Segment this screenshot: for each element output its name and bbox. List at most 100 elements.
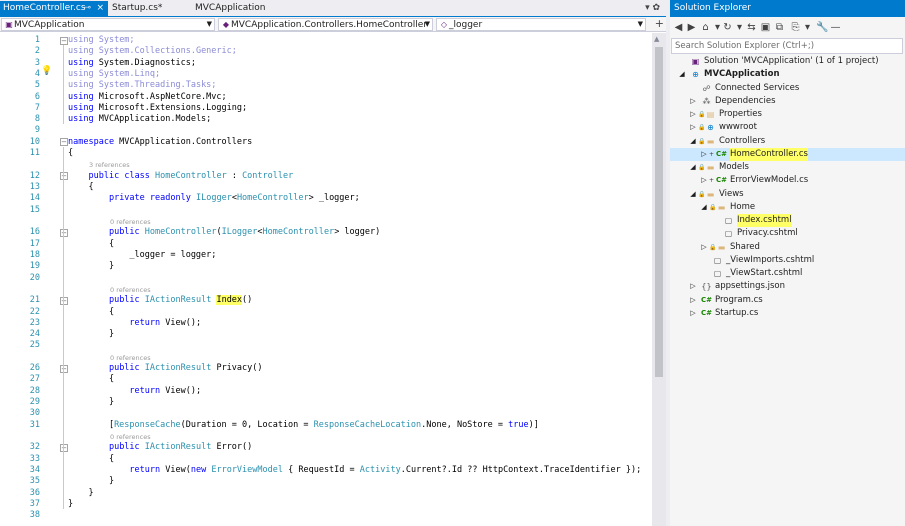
code-line[interactable]: { bbox=[68, 374, 114, 385]
scrollbar-thumb[interactable] bbox=[655, 47, 663, 377]
code-line[interactable]: public IActionResult Privacy() bbox=[68, 363, 263, 374]
tree-item[interactable]: ▣ Solution 'MVCApplication' (1 of 1 proje… bbox=[670, 55, 905, 68]
code-line[interactable]: } bbox=[68, 261, 114, 272]
tree-item[interactable]: ◢ ⊕ MVCApplication bbox=[670, 68, 905, 81]
code-line[interactable]: using MVCApplication.Models; bbox=[68, 114, 211, 125]
code-editor[interactable]: 💡 1− using System; 2 using System.Collectio… bbox=[0, 33, 652, 526]
code-line[interactable]: using System.Diagnostics; bbox=[68, 58, 196, 69]
code-line[interactable]: using Microsoft.Extensions.Logging; bbox=[68, 103, 247, 114]
tree-item[interactable]: ▷ 🔒 ▤ Properties bbox=[670, 108, 905, 121]
member-dropdown[interactable]: ◇ _logger ▼ bbox=[436, 18, 646, 31]
code-line[interactable]: } bbox=[68, 476, 114, 487]
code-line[interactable]: { bbox=[68, 307, 114, 318]
split-editor-icon[interactable]: + bbox=[655, 17, 664, 30]
tree-item[interactable]: ◢ 🔒 ▬ Models bbox=[670, 161, 905, 174]
code-line[interactable]: _logger = logger; bbox=[68, 250, 216, 261]
tree-item[interactable]: ▢ _ViewImports.cshtml bbox=[670, 254, 905, 267]
code-line[interactable]: { bbox=[68, 239, 114, 250]
tab-homecontroller-cs[interactable]: HomeController.cs ⊸ × bbox=[0, 1, 108, 16]
tab-mvcapplication[interactable]: MVCApplication bbox=[192, 1, 292, 16]
code-line[interactable]: public class HomeController : Controller bbox=[68, 171, 293, 182]
expanded-arrow-icon[interactable]: ◢ bbox=[689, 188, 697, 201]
code-line[interactable]: return View(new ErrorViewModel { Request… bbox=[68, 465, 641, 476]
refresh-icon[interactable]: ↻ bbox=[722, 21, 733, 35]
expanded-arrow-icon[interactable]: ◢ bbox=[678, 68, 686, 81]
codelens-references[interactable]: 0 references bbox=[110, 286, 151, 294]
collapse-region-icon[interactable]: − bbox=[60, 36, 68, 45]
minimize-icon[interactable]: — bbox=[830, 21, 841, 35]
code-line[interactable]: { bbox=[68, 454, 114, 465]
project-dropdown[interactable]: ▣MVCApplication ▼ bbox=[1, 18, 215, 31]
tree-item[interactable]: ◢ 🔒 ▬ Home bbox=[670, 201, 905, 214]
codelens-references[interactable]: 0 references bbox=[110, 433, 151, 441]
sync-icon[interactable]: ⇆ bbox=[746, 21, 757, 35]
codelens-references[interactable]: 0 references bbox=[110, 218, 151, 226]
dropdown-icon[interactable]: ▾ bbox=[802, 21, 813, 35]
code-line[interactable]: return View(); bbox=[68, 386, 201, 397]
lightbulb-icon[interactable]: 💡 bbox=[41, 67, 52, 76]
class-dropdown[interactable]: ◆ MVCApplication.Controllers.HomeControll… bbox=[218, 18, 433, 31]
collapse-region-icon[interactable]: − bbox=[60, 443, 68, 452]
tree-item[interactable]: ◢ 🔒 ▬ Controllers bbox=[670, 135, 905, 148]
code-line[interactable]: } bbox=[68, 329, 114, 340]
tree-item[interactable]: ▷ 🔒 ⊕ wwwroot bbox=[670, 121, 905, 134]
code-line[interactable]: using System.Threading.Tasks; bbox=[68, 80, 216, 91]
collapsed-arrow-icon[interactable]: ▷ bbox=[689, 307, 697, 320]
dropdown-icon[interactable]: ▾ bbox=[734, 21, 745, 35]
collapse-region-icon[interactable]: − bbox=[60, 172, 68, 181]
code-line[interactable]: using System.Collections.Generic; bbox=[68, 46, 237, 57]
collapsed-arrow-icon[interactable]: ▷ bbox=[700, 148, 708, 161]
editor-vertical-scrollbar[interactable]: ▲ bbox=[652, 33, 666, 526]
collapsed-arrow-icon[interactable]: ▷ bbox=[700, 174, 708, 187]
collapse-region-icon[interactable]: − bbox=[60, 364, 68, 373]
wrench-icon[interactable]: 🔧 bbox=[816, 21, 828, 35]
show-all-files-icon[interactable]: ⧉ bbox=[774, 21, 785, 35]
tree-item[interactable]: ☍ Connected Services bbox=[670, 82, 905, 95]
expanded-arrow-icon[interactable]: ◢ bbox=[700, 201, 708, 214]
code-line[interactable]: using Microsoft.AspNetCore.Mvc; bbox=[68, 92, 227, 103]
code-line[interactable]: namespace MVCApplication.Controllers bbox=[68, 137, 252, 148]
tab-startup-cs[interactable]: Startup.cs* bbox=[109, 1, 191, 16]
collapse-region-icon[interactable]: − bbox=[60, 296, 68, 305]
collapsed-arrow-icon[interactable]: ▷ bbox=[700, 241, 708, 254]
tree-item[interactable]: ▢ _ViewStart.cshtml bbox=[670, 267, 905, 280]
close-icon[interactable]: × bbox=[96, 1, 104, 16]
code-line[interactable]: private readonly ILogger<HomeController>… bbox=[68, 193, 360, 204]
pin-icon[interactable]: ⊸ bbox=[83, 1, 91, 16]
codelens-references[interactable]: 3 references bbox=[89, 161, 130, 169]
collapsed-arrow-icon[interactable]: ▷ bbox=[689, 121, 697, 134]
collapsed-arrow-icon[interactable]: ▷ bbox=[689, 108, 697, 121]
home-icon[interactable]: ⌂ bbox=[700, 21, 711, 35]
collapse-region-icon[interactable]: − bbox=[60, 138, 68, 147]
tree-item[interactable]: ▷ C# Program.cs bbox=[670, 294, 905, 307]
collapsed-arrow-icon[interactable]: ▷ bbox=[689, 95, 697, 108]
code-line[interactable]: public IActionResult Index() bbox=[68, 295, 252, 306]
code-line[interactable]: using System.Linq; bbox=[68, 69, 160, 80]
collapsed-arrow-icon[interactable]: ▷ bbox=[689, 280, 697, 293]
code-line[interactable]: public HomeController(ILogger<HomeContro… bbox=[68, 227, 380, 238]
tree-item[interactable]: ▷ + C# HomeController.cs bbox=[670, 147, 905, 161]
code-line[interactable]: { bbox=[68, 182, 93, 193]
expanded-arrow-icon[interactable]: ◢ bbox=[689, 161, 697, 174]
tree-item[interactable]: ▷ ⁂ Dependencies bbox=[670, 95, 905, 108]
code-line[interactable]: { bbox=[68, 148, 73, 159]
tree-item[interactable]: ▷ C# Startup.cs bbox=[670, 307, 905, 320]
scroll-up-icon[interactable]: ▲ bbox=[654, 35, 659, 43]
tree-item[interactable]: ▷ {} appsettings.json bbox=[670, 280, 905, 293]
codelens-references[interactable]: 0 references bbox=[110, 354, 151, 362]
code-line[interactable]: return View(); bbox=[68, 318, 201, 329]
code-line[interactable]: public IActionResult Error() bbox=[68, 442, 252, 453]
code-line[interactable]: } bbox=[68, 499, 73, 510]
tab-overflow-settings-icon[interactable]: ▾ ✿ bbox=[645, 1, 660, 16]
expanded-arrow-icon[interactable]: ◢ bbox=[689, 135, 697, 148]
collapse-region-icon[interactable]: − bbox=[60, 228, 68, 237]
back-icon[interactable]: ◀ bbox=[673, 21, 684, 35]
code-line[interactable]: } bbox=[68, 397, 114, 408]
collapse-all-icon[interactable]: ▣ bbox=[760, 21, 771, 35]
code-line[interactable]: } bbox=[68, 488, 93, 499]
forward-icon[interactable]: ▶ bbox=[686, 21, 697, 35]
properties-icon[interactable]: ⎘ bbox=[790, 21, 801, 35]
tree-item[interactable]: ▷ + C# ErrorViewModel.cs bbox=[670, 174, 905, 187]
solution-explorer-search-input[interactable]: Search Solution Explorer (Ctrl+;) bbox=[671, 38, 903, 54]
tree-item[interactable]: ▷ 🔒 ▬ Shared bbox=[670, 241, 905, 254]
